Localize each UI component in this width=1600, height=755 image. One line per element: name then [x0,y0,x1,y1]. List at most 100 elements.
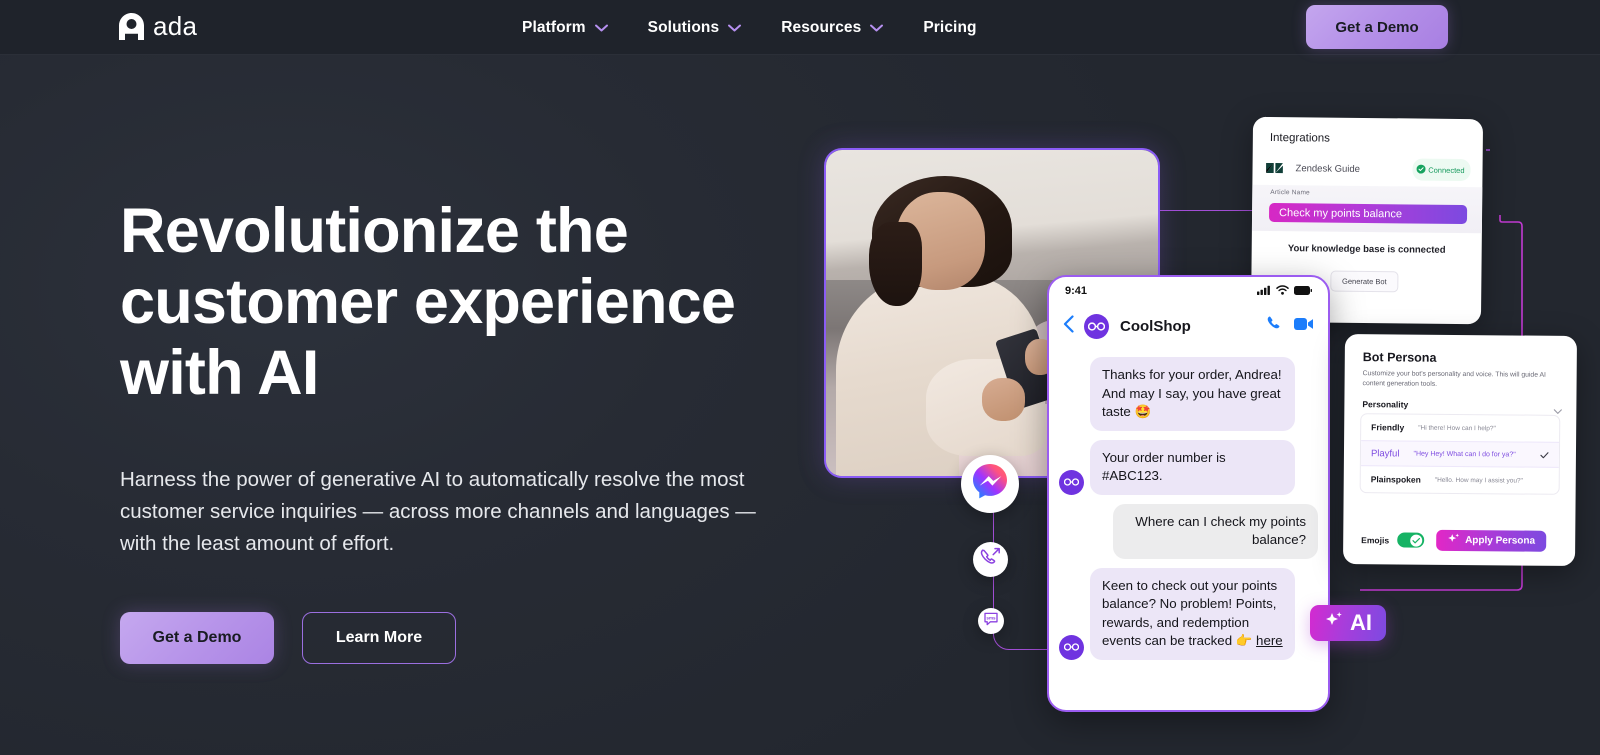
hero-get-demo-button[interactable]: Get a Demo [120,612,274,664]
sparkle-icon [1324,610,1344,636]
persona-option-plainspoken[interactable]: Plainspoken "Hello. How may I assist you… [1361,466,1559,494]
avatar [1059,469,1084,495]
nav-label: Resources [781,18,862,36]
option-example: "Hi there! How can I help?" [1418,424,1496,432]
nav-label: Pricing [923,18,977,36]
article-name-value: Check my points balance [1279,206,1403,220]
persona-description: Customize your bot's personality and voi… [1362,370,1546,388]
option-name: Friendly [1371,422,1405,433]
nav-label: Platform [522,18,586,36]
generate-bot-button[interactable]: Generate Bot [1330,270,1399,293]
avatar [1059,634,1084,660]
chat-message: Your order number is #ABC123. [1059,439,1318,495]
person-hand-left [982,378,1026,421]
article-name-field[interactable]: Check my points balance [1268,202,1468,225]
person-hair-side [869,221,923,307]
chat-message-list: Thanks for your order, Andrea! And may I… [1049,349,1328,669]
integration-name: Zendesk Guide [1295,162,1361,175]
hero-learn-more-button[interactable]: Learn More [302,612,456,664]
message-bubble: Your order number is #ABC123. [1090,439,1295,495]
chevron-down-icon [594,24,608,32]
emojis-toggle[interactable] [1397,532,1425,548]
status-badge: Connected [1412,158,1471,182]
video-call-icon[interactable] [1294,317,1314,336]
page-title: Revolutionize the customer experience wi… [120,196,736,408]
chevron-down-icon [870,24,884,32]
personality-options: Friendly "Hi there! How can I help?" Pla… [1359,413,1561,495]
status-time: 9:41 [1065,285,1088,297]
phone-status-bar: 9:41 [1049,277,1328,305]
chat-header: CoolShop [1049,305,1328,347]
hero-content: Revolutionize the customer experience wi… [120,196,800,664]
avatar [1084,313,1109,339]
nav-label: Solutions [647,18,720,36]
status-icons [1257,282,1312,300]
ai-badge-label: AI [1350,610,1372,635]
battery-icon [1294,282,1312,300]
svg-text:sms: sms [986,615,996,620]
cellular-signal-icon [1257,282,1271,300]
message-bubble: Thanks for your order, Andrea! And may I… [1090,357,1295,431]
zendesk-icon [1264,158,1284,178]
apply-persona-button[interactable]: Apply Persona [1435,529,1547,552]
apply-persona-label: Apply Persona [1465,535,1536,547]
option-example: "Hey Hey! What can I do for ya?" [1413,450,1516,458]
status-badge-label: Connected [1428,165,1465,175]
phone-chat-mockup: 9:41 CoolShop Thanks for your order, And… [1047,275,1330,712]
persona-option-friendly[interactable]: Friendly "Hi there! How can I help?" [1361,414,1559,442]
persona-footer: Emojis Apply Persona [1361,529,1561,552]
ada-logo-icon [119,13,144,40]
ai-badge[interactable]: AI [1310,605,1386,641]
check-icon [1540,446,1549,464]
article-name-label: Article Name [1270,188,1310,197]
brand-logo[interactable]: ada [119,11,197,42]
message-text: Keen to check out your points balance? N… [1102,577,1278,649]
hero-cta-group: Get a Demo Learn More [120,612,800,664]
messenger-icon [971,463,1009,506]
brand-name: ada [153,11,198,41]
option-name: Plainspoken [1370,474,1421,485]
knowledge-base-status: Your knowledge base is connected [1287,243,1446,256]
wifi-icon [1276,282,1289,300]
phone-call-icon[interactable] [1266,315,1283,337]
channel-voice[interactable] [973,542,1008,577]
persona-option-playful[interactable]: Playful "Hey Hey! What can I do for ya?" [1360,440,1560,468]
chat-actions [1266,315,1314,337]
emojis-label: Emojis [1361,534,1390,545]
header-get-demo-button[interactable]: Get a Demo [1306,5,1448,49]
nav-item-resources[interactable]: Resources [779,15,885,41]
chat-message: Keen to check out your points balance? N… [1059,567,1318,660]
persona-title: Bot Persona [1362,350,1437,365]
hero-subtitle: Harness the power of generative AI to au… [120,468,756,555]
channel-sms[interactable]: sms [978,608,1004,634]
message-link[interactable]: here [1256,633,1283,648]
sms-icon: sms [983,611,999,632]
bot-persona-card: Bot Persona Customize your bot's persona… [1343,333,1577,567]
avatar-slot [1059,634,1090,660]
check-circle-icon [1416,161,1426,179]
main-nav: Platform Solutions Resources Pricing [520,0,979,55]
hero-page: ada Platform Solutions Resources Pricing… [0,0,1600,755]
avatar-slot [1059,469,1090,495]
option-example: "Hello. How may I assist you?" [1434,476,1523,485]
message-bubble: Where can I check my points balance? [1113,503,1318,559]
integrations-title: Integrations [1269,131,1331,145]
chevron-down-icon [728,24,742,32]
chat-message: Thanks for your order, Andrea! And may I… [1059,357,1318,431]
nav-item-platform[interactable]: Platform [520,15,610,41]
toggle-knob [1410,534,1423,547]
site-header: ada Platform Solutions Resources Pricing… [0,0,1600,55]
channel-messenger[interactable] [961,455,1019,513]
chat-message: Where can I check my points balance? [1059,503,1318,559]
message-bubble: Keen to check out your points balance? N… [1090,567,1295,660]
hero-illustration: Integrations Zendesk Guide Connected Art… [800,60,1600,755]
nav-item-solutions[interactable]: Solutions [646,15,744,41]
option-name: Playful [1370,447,1400,459]
chat-contact-name: CoolShop [1120,317,1191,335]
sparkle-icon [1447,532,1460,548]
integration-row[interactable]: Zendesk Guide Connected [1252,153,1482,185]
voice-forward-icon [980,547,1001,573]
personality-section-label: Personality [1362,399,1409,410]
back-icon[interactable] [1063,314,1074,338]
nav-item-pricing[interactable]: Pricing [921,15,978,41]
